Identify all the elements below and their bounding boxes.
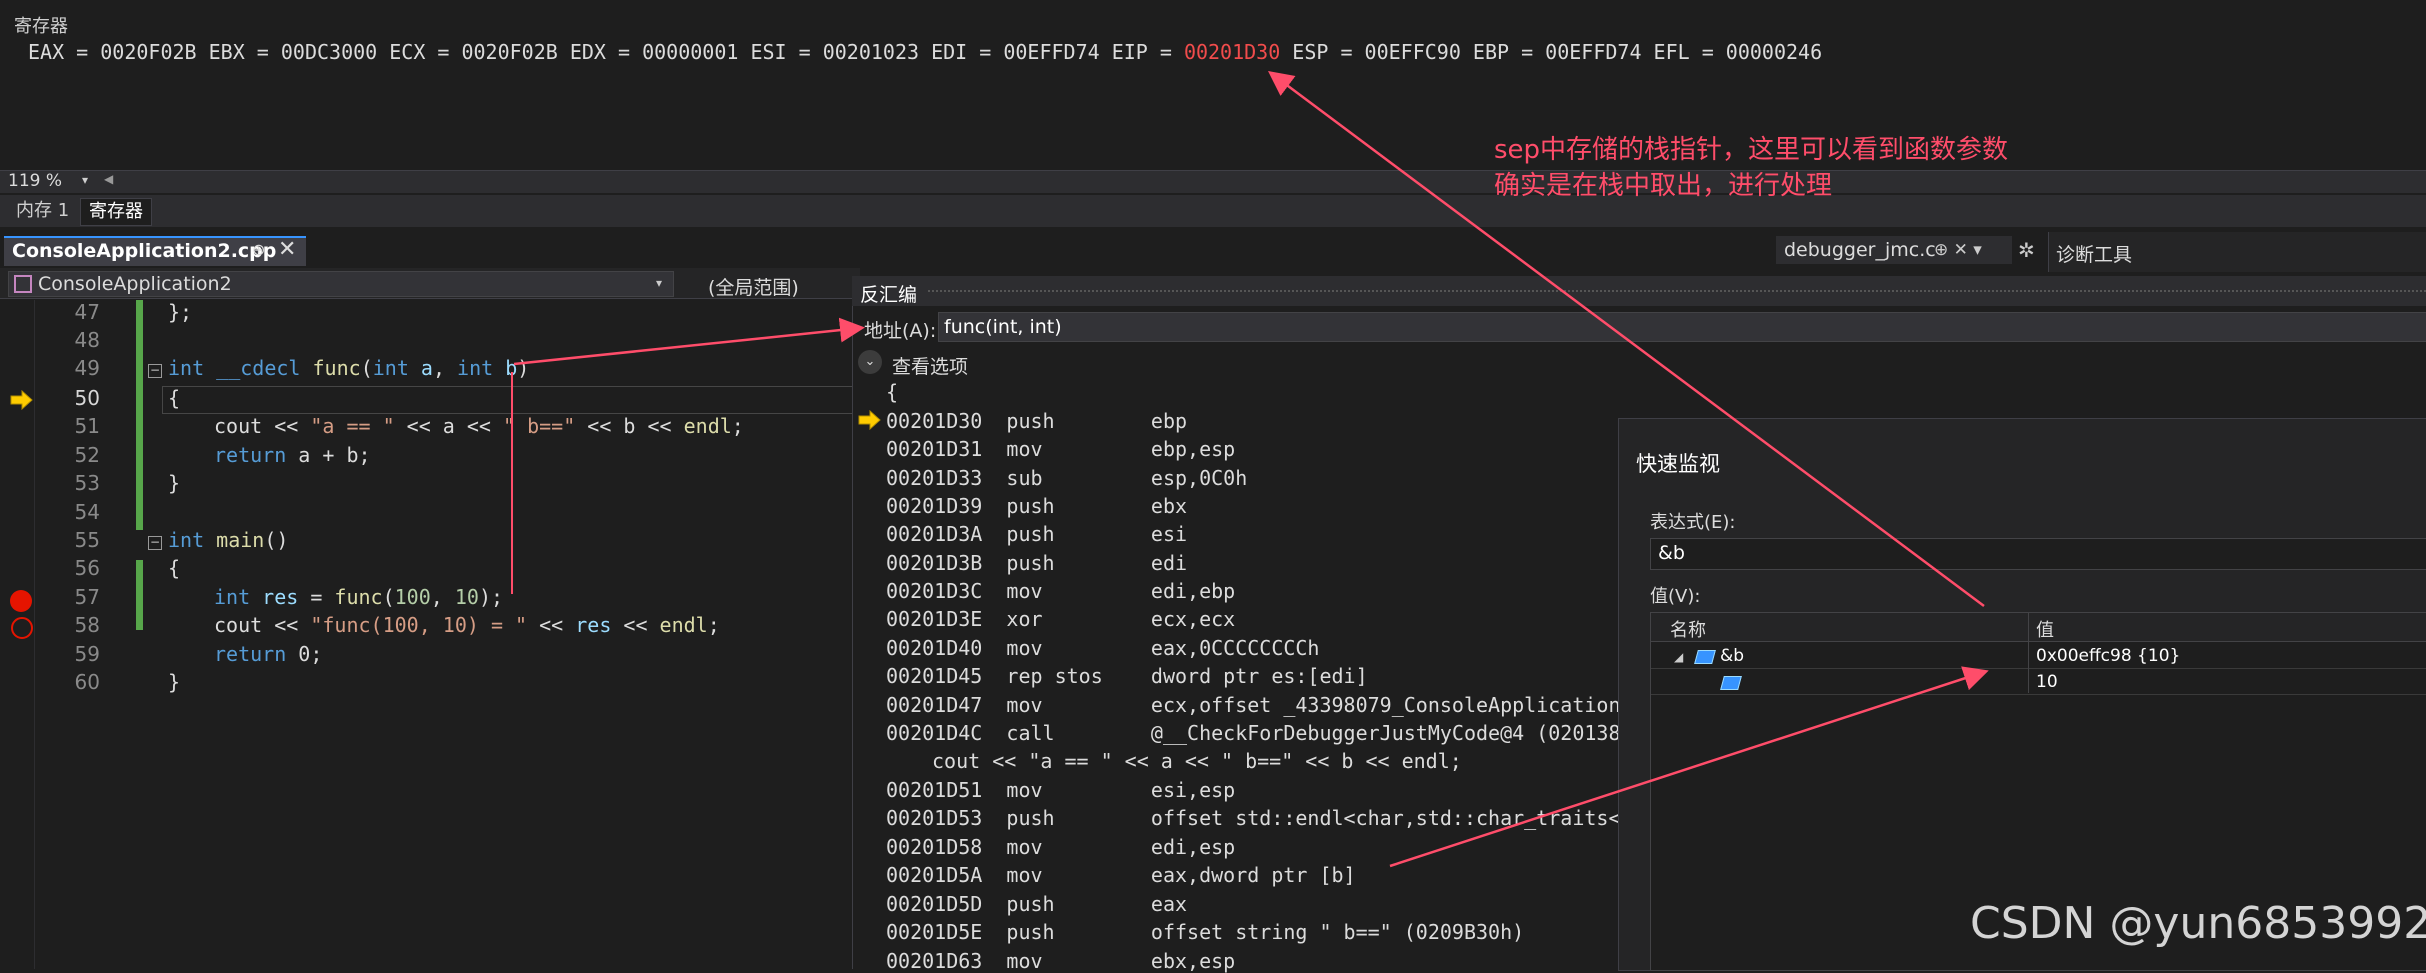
arrow-to-address — [513, 317, 865, 366]
watermark: CSDN @yun6853992 — [1970, 898, 2426, 949]
arrow-to-esp — [1267, 71, 1985, 608]
arrow-to-watch-value — [1389, 666, 1989, 868]
annotation-arrows — [511, 71, 1989, 868]
